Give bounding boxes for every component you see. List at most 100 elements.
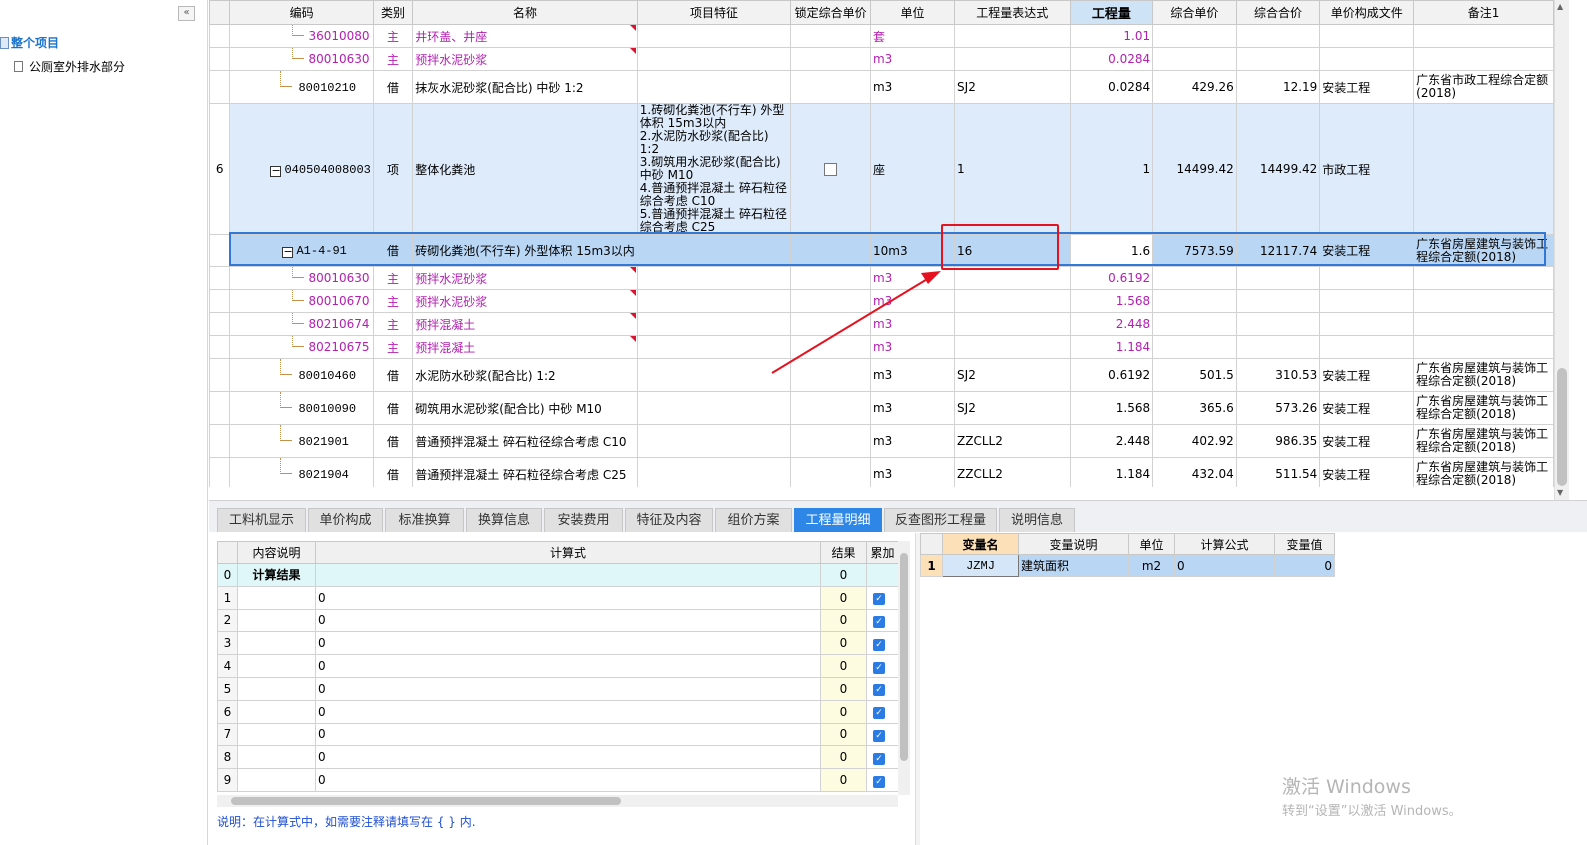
table-header-row: 变量名 变量说明 单位 计算公式 变量值	[920, 533, 1335, 555]
header-var-formula[interactable]: 计算公式	[1174, 533, 1275, 555]
accumulate-checkbox[interactable]: ✓	[873, 729, 885, 742]
header-total-price[interactable]: 综合合价	[1235, 0, 1321, 25]
formula-input[interactable]: 0	[315, 722, 821, 747]
detail-tab-bar: 工料机显示 单价构成 标准换算 换算信息 安装费用 特征及内容 组价方案 工程量…	[209, 500, 1587, 532]
table-row[interactable]: 80010630 主 预拌水泥砂浆 m3 0.0284	[209, 47, 1554, 71]
table-row[interactable]: 80010670 主 预拌水泥砂浆 m3 1.568	[209, 289, 1554, 313]
qty-expression-cell[interactable]: 16	[954, 234, 1071, 267]
scroll-down-icon[interactable]: ▼	[1557, 488, 1563, 497]
header-lock-price[interactable]: 锁定综合单价	[790, 0, 871, 25]
table-row[interactable]: 80010460 借 水泥防水砂浆(配合比) 1:2 m3 SJ2 0.6192…	[209, 358, 1554, 392]
accumulate-checkbox[interactable]: ✓	[873, 684, 885, 697]
table-row[interactable]: 6 −040504008003 项 整体化粪池 1.砖砌化粪池(不行车) 外型体…	[209, 103, 1554, 235]
formula-input[interactable]: 0	[315, 608, 821, 633]
accumulate-checkbox[interactable]: ✓	[873, 593, 885, 606]
accumulate-checkbox[interactable]: ✓	[873, 707, 885, 720]
header-var-value[interactable]: 变量值	[1274, 533, 1335, 555]
tab-feature-content[interactable]: 特征及内容	[625, 508, 713, 532]
tab-price-composition[interactable]: 单价构成	[308, 508, 383, 532]
header-type[interactable]: 类别	[372, 0, 414, 25]
header-note[interactable]: 备注1	[1413, 0, 1554, 25]
header-unit[interactable]: 单位	[869, 0, 956, 25]
tab-standard-conversion[interactable]: 标准换算	[385, 508, 464, 532]
tree-node-root-label: 整个项目	[11, 36, 60, 50]
activation-watermark-subtitle: 转到“设置”以激活 Windows。	[1282, 804, 1462, 819]
header-qty[interactable]: 工程量	[1069, 0, 1154, 25]
header-var-name[interactable]: 变量名	[942, 533, 1019, 555]
header-var-unit[interactable]: 单位	[1128, 533, 1175, 555]
header-formula[interactable]: 计算式	[315, 541, 821, 564]
quantity-calc-panel: 内容说明 计算式 结果 累加 0 计算结果 0 1 0 0 ✓ 2 0 0 ✓ 3 0 0 ✓ 4…	[217, 541, 910, 807]
formula-input[interactable]: 0	[315, 585, 821, 610]
formula-input[interactable]: 0	[315, 676, 821, 701]
scroll-thumb[interactable]	[900, 553, 908, 761]
quantity-calc-table: 内容说明 计算式 结果 累加 0 计算结果 0 1 0 0 ✓ 2 0 0 ✓ 3 0 0 ✓ 4…	[217, 541, 899, 792]
header-price-file[interactable]: 单价构成文件	[1319, 0, 1415, 25]
accumulate-checkbox[interactable]: ✓	[873, 615, 885, 628]
formula-input[interactable]: 0	[315, 631, 821, 656]
table-row[interactable]: 7 0 0 ✓	[217, 722, 899, 747]
calc-result-row[interactable]: 0 计算结果 0	[217, 563, 899, 587]
header-var-desc[interactable]: 变量说明	[1018, 533, 1129, 555]
table-row[interactable]: 8 0 0 ✓	[217, 745, 899, 770]
calc-horizontal-scrollbar[interactable]	[217, 795, 898, 807]
boq-table: 编码 类别 名称 项目特征 锁定综合单价 单位 工程量表达式 工程量 综合单价 …	[209, 0, 1554, 487]
lock-price-checkbox[interactable]	[824, 163, 838, 176]
tree-node-root[interactable]: 整个项目	[0, 34, 59, 52]
header-accumulate[interactable]: 累加	[866, 541, 899, 564]
collapse-node-icon[interactable]: −	[270, 165, 282, 177]
header-desc[interactable]: 内容说明	[237, 541, 316, 564]
header-feature[interactable]: 项目特征	[636, 0, 792, 25]
table-row[interactable]: 80010630 主 预拌水泥砂浆 m3 0.6192	[209, 266, 1554, 290]
document-icon	[14, 61, 23, 72]
formula-input[interactable]: 0	[315, 654, 821, 678]
accumulate-checkbox[interactable]: ✓	[873, 638, 885, 651]
header-qty-expr[interactable]: 工程量表达式	[954, 0, 1071, 25]
tree-node-child-label: 公厕室外排水部分	[29, 60, 126, 74]
table-row[interactable]: 1 JZMJ 建筑面积 m2 0 0	[920, 554, 1335, 577]
accumulate-checkbox[interactable]: ✓	[873, 752, 885, 765]
table-row[interactable]: 80210675 主 预拌混凝土 m3 1.184	[209, 335, 1554, 359]
accumulate-checkbox[interactable]: ✓	[873, 775, 885, 788]
table-row[interactable]: 4 0 0 ✓	[217, 654, 899, 678]
header-rownum	[209, 0, 231, 25]
formula-input[interactable]: 0	[315, 745, 821, 770]
collapse-panel-button[interactable]: «	[178, 6, 195, 21]
accumulate-checkbox[interactable]: ✓	[873, 661, 885, 674]
quantity-input[interactable]: 1.6	[1069, 234, 1154, 267]
table-row-selected[interactable]: − A1-4-91 借 砖砌化粪池(不行车) 外型体积 15m3以内 10m3 1…	[209, 234, 1554, 267]
scroll-thumb[interactable]	[231, 797, 621, 805]
table-row[interactable]: 8021904 借 普通预拌混凝土 碎石粒径综合考虑 C25 m3 ZZCLL2…	[209, 457, 1554, 487]
table-row[interactable]: 80210674 主 预拌混凝土 m3 2.448	[209, 312, 1554, 336]
formula-input[interactable]: 0	[315, 699, 821, 724]
header-unit-price[interactable]: 综合单价	[1152, 0, 1237, 25]
item-feature-cell[interactable]: 1.砖砌化粪池(不行车) 外型体积 15m3以内 2.水泥防水砂浆(配合比) 1…	[636, 103, 792, 235]
header-result[interactable]: 结果	[820, 541, 867, 564]
formula-input[interactable]: 0	[315, 768, 821, 792]
table-row[interactable]: 36010080 主 井环盖、井座 套 1.01	[209, 24, 1554, 48]
table-row[interactable]: 3 0 0 ✓	[217, 631, 899, 656]
table-row[interactable]: 1 0 0 ✓	[217, 585, 899, 610]
scroll-up-icon[interactable]: ▲	[1557, 2, 1563, 11]
tree-node-child[interactable]: 公厕室外排水部分	[14, 58, 125, 76]
tab-quantity-detail[interactable]: 工程量明细	[794, 508, 882, 532]
table-row[interactable]: 6 0 0 ✓	[217, 699, 899, 724]
header-code[interactable]: 编码	[229, 0, 374, 25]
tab-pricing-scheme[interactable]: 组价方案	[715, 508, 792, 532]
tab-conversion-info[interactable]: 换算信息	[466, 508, 542, 532]
header-name[interactable]: 名称	[412, 0, 638, 25]
table-row[interactable]: 8021901 借 普通预拌混凝土 碎石粒径综合考虑 C10 m3 ZZCLL2…	[209, 424, 1554, 458]
calc-vertical-scrollbar[interactable]	[898, 541, 910, 795]
tab-labor-material[interactable]: 工料机显示	[217, 508, 306, 532]
tab-reverse-graphic-qty[interactable]: 反查图形工程量	[884, 508, 997, 532]
tab-installation-fee[interactable]: 安装费用	[544, 508, 623, 532]
table-row[interactable]: 5 0 0 ✓	[217, 676, 899, 701]
tab-description-info[interactable]: 说明信息	[999, 508, 1075, 532]
grid-vertical-scrollbar[interactable]: ▲ ▼	[1554, 0, 1569, 500]
scroll-thumb[interactable]	[1557, 368, 1567, 486]
table-row[interactable]: 2 0 0 ✓	[217, 608, 899, 633]
table-row[interactable]: 80010210 借 抹灰水泥砂浆(配合比) 中砂 1:2 m3 SJ2 0.0…	[209, 70, 1554, 104]
collapse-node-icon[interactable]: −	[282, 246, 294, 258]
table-row[interactable]: 9 0 0 ✓	[217, 768, 899, 792]
table-row[interactable]: 80010090 借 砌筑用水泥砂浆(配合比) 中砂 M10 m3 SJ2 1.…	[209, 391, 1554, 425]
